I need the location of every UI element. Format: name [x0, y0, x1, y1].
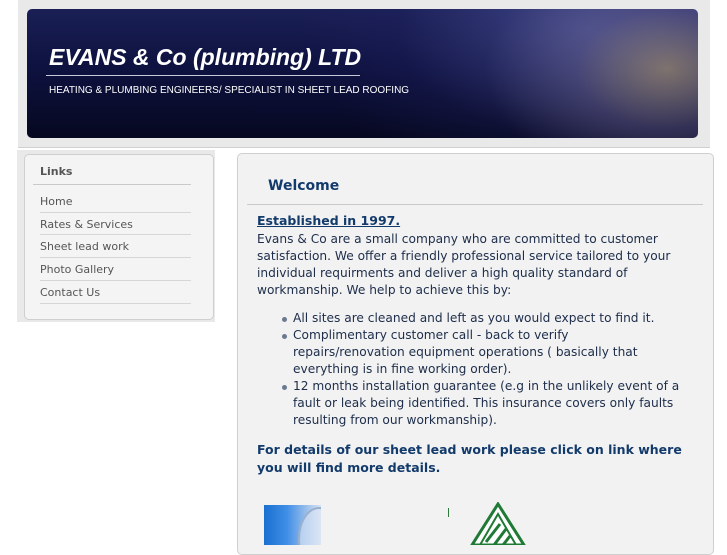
- partner-logo-image[interactable]: [264, 505, 321, 545]
- service-list: All sites are cleaned and left as you wo…: [279, 310, 684, 429]
- nav-divider: [40, 212, 191, 213]
- site-tagline: HEATING & PLUMBING ENGINEERS/ SPECIALIST…: [49, 85, 410, 96]
- bullet-icon: [282, 317, 287, 322]
- links-heading-divider: [33, 184, 191, 185]
- list-item-text: 12 months installation guarantee (e.g in…: [293, 379, 680, 427]
- nav-divider: [40, 303, 191, 304]
- nav-divider: [40, 234, 191, 235]
- sheet-lead-details-text: For details of our sheet lead work pleas…: [257, 442, 682, 475]
- title-divider: [247, 204, 703, 205]
- bullet-icon: [282, 334, 287, 339]
- site-title: EVANS & Co (plumbing) LTD: [49, 44, 362, 70]
- page-title: Welcome: [268, 178, 340, 194]
- list-item: 12 months installation guarantee (e.g in…: [279, 378, 684, 429]
- title-underline: [46, 75, 360, 76]
- list-item-text: All sites are cleaned and left as you wo…: [293, 311, 655, 325]
- nav-link-home[interactable]: Home: [40, 191, 190, 213]
- bullet-icon: [282, 385, 287, 390]
- nav-link-contact-us[interactable]: Contact Us: [40, 282, 190, 304]
- nav-divider: [40, 257, 191, 258]
- list-item: Complimentary customer call - back to ve…: [279, 327, 684, 378]
- nav-link-photo-gallery[interactable]: Photo Gallery: [40, 259, 190, 281]
- established-heading: Established in 1997.: [257, 213, 401, 228]
- list-item-text: Complimentary customer call - back to ve…: [293, 328, 638, 376]
- image-fragment: [448, 508, 449, 517]
- header-banner: [27, 9, 698, 138]
- list-item: All sites are cleaned and left as you wo…: [279, 310, 684, 327]
- lead-association-logo-image[interactable]: [470, 502, 526, 545]
- links-heading: Links: [40, 165, 73, 178]
- nav-link-rates-services[interactable]: Rates & Services: [40, 214, 190, 236]
- intro-paragraph: Evans & Co are a small company who are c…: [257, 232, 671, 297]
- nav-link-sheet-lead-work[interactable]: Sheet lead work: [40, 236, 190, 258]
- logo-arc-shape: [298, 507, 321, 545]
- nav-divider: [40, 280, 191, 281]
